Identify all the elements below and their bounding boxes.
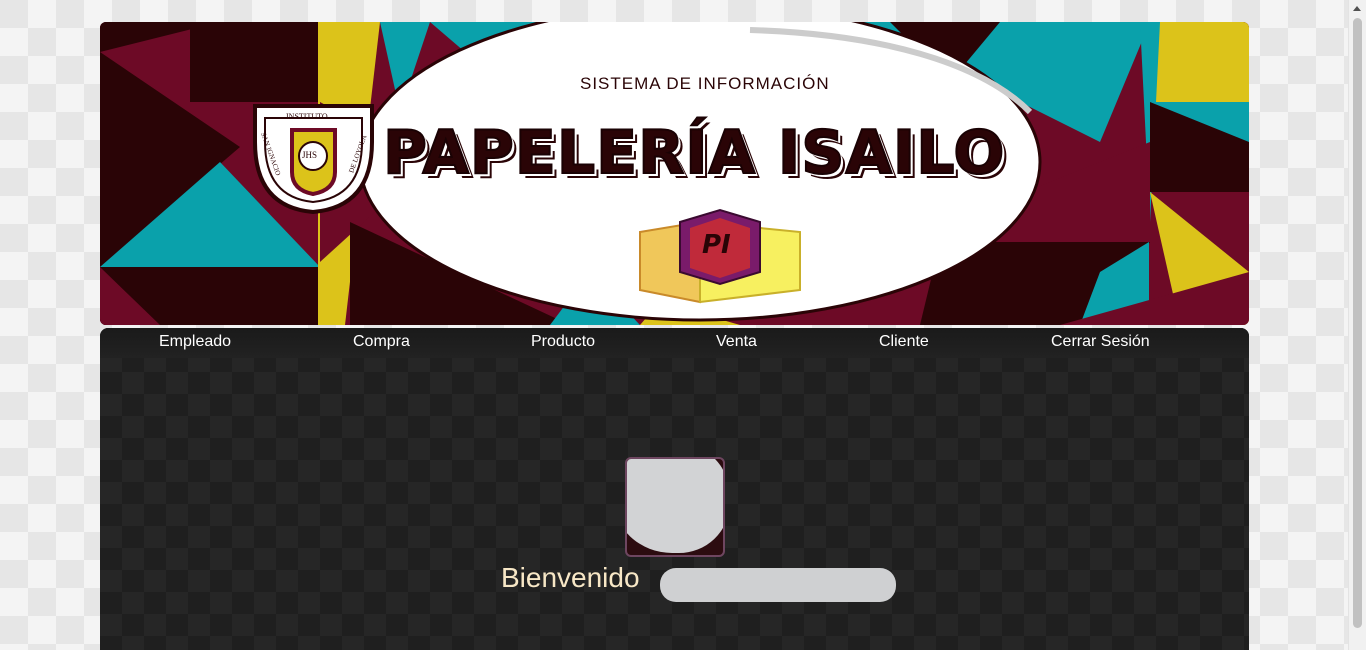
page-container: SISTEMA DE INFORMACIÓN PAPELERÍA ISAILO … bbox=[100, 22, 1249, 650]
nav-item-producto[interactable]: Producto bbox=[531, 333, 595, 351]
system-subtitle: SISTEMA DE INFORMACIÓN bbox=[580, 74, 830, 93]
header-banner: SISTEMA DE INFORMACIÓN PAPELERÍA ISAILO … bbox=[100, 22, 1249, 325]
username-redaction bbox=[660, 568, 896, 602]
welcome-text: Bienvenido bbox=[501, 562, 640, 593]
page-scrollbar[interactable] bbox=[1348, 0, 1366, 650]
main-content: Empleado Compra Producto Venta Cliente C… bbox=[100, 328, 1249, 650]
scroll-up-arrow-icon[interactable] bbox=[1353, 6, 1361, 11]
seal-top-text: INSTITUTO bbox=[286, 112, 328, 121]
nav-item-empleado[interactable]: Empleado bbox=[159, 333, 231, 351]
nav-item-cliente[interactable]: Cliente bbox=[879, 333, 929, 351]
main-nav: Empleado Compra Producto Venta Cliente C… bbox=[100, 328, 1249, 358]
nav-item-compra[interactable]: Compra bbox=[353, 333, 410, 351]
scrollbar-thumb[interactable] bbox=[1353, 18, 1362, 628]
seal-center-text: JHS bbox=[302, 150, 318, 160]
nav-item-cerrar-sesion[interactable]: Cerrar Sesión bbox=[1051, 333, 1150, 351]
site-title: PAPELERÍA ISAILO bbox=[382, 117, 1006, 189]
user-avatar bbox=[625, 457, 725, 557]
avatar-redaction bbox=[627, 459, 723, 553]
book-monogram: PI bbox=[702, 230, 731, 260]
nav-item-venta[interactable]: Venta bbox=[716, 333, 757, 351]
